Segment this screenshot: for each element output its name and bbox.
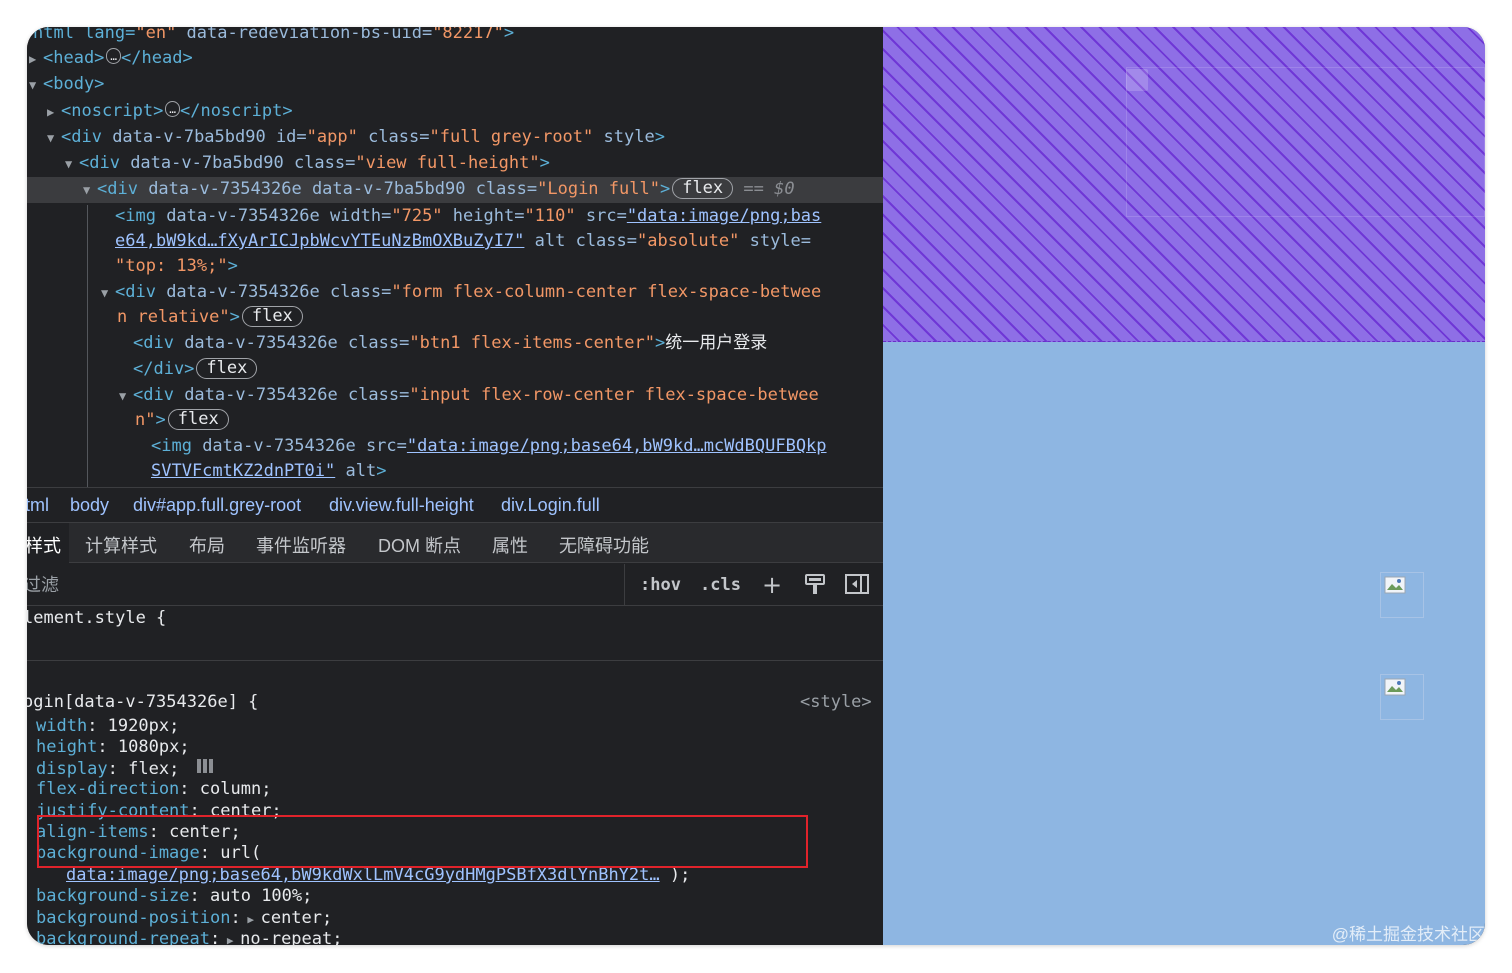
styles-toolbar: :hov .cls + [27,564,883,606]
collapse-triangle-icon[interactable]: ▼ [65,152,79,177]
page-preview: @稀土掘金技术社区 [883,27,1485,945]
hov-button[interactable]: :hov [640,572,681,598]
tree-node-img[interactable]: <img data-v-7354326e width="725" height=… [115,204,821,229]
broken-image-icon [1126,69,1148,91]
cls-button[interactable]: .cls [700,572,741,598]
watermark: @稀土掘金技术社区 [1331,925,1485,944]
breadcrumb-div-app[interactable]: div#app.full.grey-root [133,495,301,516]
rule-selector[interactable]: ogin[data-v-7354326e] { [27,692,258,713]
tree-guide-line [87,205,88,487]
rule-separator [27,660,883,661]
expand-triangle-icon[interactable]: ▶ [241,913,261,926]
tree-node-div-form[interactable]: ▼ <div data-v-7354326e class="form flex-c… [101,280,821,305]
selected-node-marker: == $0 [743,179,795,199]
breadcrumb-div-view[interactable]: div.view.full-height [329,495,474,516]
tree-node-div-app[interactable]: ▼ <div data-v-7ba5bd90 id="app" class="fu… [47,125,665,150]
tree-node-div-input[interactable]: ▼ <div data-v-7354326e class="input flex-… [119,383,819,408]
paint-brush-icon[interactable] [804,573,826,599]
breadcrumb: tml body div#app.full.grey-root div.view… [27,487,883,523]
tree-node-div-btn1[interactable]: <div data-v-7354326e class="btn1 flex-it… [133,331,767,356]
broken-image-icon [1384,678,1406,696]
tree-node-div-view[interactable]: ▼ <div data-v-7ba5bd90 class="view full-h… [65,151,550,176]
collapse-triangle-icon[interactable]: ▼ [29,73,43,98]
tree-node-noscript[interactable]: ▶ <noscript>… </noscript> [47,99,293,124]
tree-node-div-form-cont: n relative"> flex [117,305,303,330]
tree-node-img-input[interactable]: <img data-v-7354326e src="data:image/png… [151,434,827,459]
devtools-panel: html lang="en" data-redeviation-bs-uid="… [27,27,883,945]
flex-badge[interactable]: flex [241,305,303,327]
styles-tab-bar: 样式 计算样式 布局 事件监听器 DOM 断点 属性 无障碍功能 [27,523,883,563]
expand-triangle-icon[interactable]: ▶ [220,934,240,945]
tree-node-div-input-cont: n"> flex [135,408,229,433]
collapse-triangle-icon[interactable]: ▼ [47,126,61,151]
breadcrumb-html[interactable]: tml [27,495,49,516]
breadcrumb-body[interactable]: body [70,495,109,516]
breadcrumb-div-login[interactable]: div.Login.full [501,495,600,516]
css-prop-background-image-url[interactable]: data:image/png;base64,bW9kdWxlLmV4cG9ydH… [66,865,690,886]
css-prop-height[interactable]: height: 1080px; [36,737,190,758]
src-link[interactable]: "data:image/png;bas [627,206,821,226]
tab-styles[interactable]: 样式 [27,523,69,563]
tab-dom-breakpoints[interactable]: DOM 断点 [378,532,461,558]
tab-layout[interactable]: 布局 [189,532,225,558]
flex-badge[interactable]: flex [196,357,258,379]
tree-node-img-cont: e64,bW9kd…fXyArICJpbWcvYTEuNzBmOXBuZyI7"… [115,231,812,251]
element-style-selector[interactable]: lement.style { [27,608,166,629]
collapsed-content-icon[interactable]: … [106,48,122,64]
css-prop-flex-direction[interactable]: flex-direction: column; [36,779,271,800]
image-placeholder-outline [1126,67,1485,217]
collapse-triangle-icon[interactable]: ▼ [101,281,115,306]
broken-image-placeholder [1380,674,1424,720]
overlay-border [883,341,1485,342]
css-prop-display[interactable]: display: flex; [36,758,214,779]
src-link[interactable]: e64,bW9kd…fXyArICJpbWcvYTEuNzBmOXBuZyI7" [115,231,524,251]
flex-badge[interactable]: flex [167,408,229,430]
tab-properties[interactable]: 属性 [492,532,528,558]
toggle-sidebar-icon[interactable] [845,573,869,599]
expand-triangle-icon[interactable]: ▶ [47,100,61,125]
src-link[interactable]: SVTVFcmtKZ2dnPT0i" [151,461,335,481]
screenshot-frame: html lang="en" data-redeviation-bs-uid="… [27,27,1485,945]
broken-image-placeholder [1380,572,1424,618]
css-prop-width[interactable]: width: 1920px; [36,716,179,737]
css-prop-background-size[interactable]: background-size: auto 100%; [36,886,312,907]
css-prop-background-position[interactable]: background-position: ▶ center; [36,908,332,929]
collapsed-content-icon[interactable]: … [165,101,180,117]
broken-image-icon [1384,576,1406,594]
new-style-rule-button[interactable]: + [762,572,782,598]
expand-triangle-icon[interactable]: ▶ [29,47,43,72]
tree-node-div-login-selected[interactable]: ▼ <div data-v-7354326e data-v-7ba5bd90 cl… [83,177,795,202]
filter-box [27,564,625,606]
tree-node-div-btn1-close[interactable]: </div> flex [133,357,258,382]
tab-computed[interactable]: 计算样式 [85,532,157,558]
tab-accessibility[interactable]: 无障碍功能 [559,532,649,558]
rule-source-link[interactable]: <style> [800,692,872,713]
flexbox-editor-icon[interactable] [196,758,214,780]
styles-pane: lement.style { ogin[data-v-7354326e] { <… [27,606,883,945]
tab-event-listeners[interactable]: 事件监听器 [256,532,346,558]
filter-input[interactable] [27,573,603,597]
tree-node-body[interactable]: ▼ <body> [29,72,104,97]
elements-tree: html lang="en" data-redeviation-bs-uid="… [27,27,883,487]
tree-node-html[interactable]: html lang="en" data-redeviation-bs-uid="… [33,27,514,46]
highlight-annotation-box [37,815,808,868]
css-prop-background-repeat[interactable]: background-repeat: ▶ no-repeat; [36,929,342,945]
collapse-triangle-icon[interactable]: ▼ [83,178,97,203]
collapse-triangle-icon[interactable]: ▼ [119,384,133,409]
src-link[interactable]: "data:image/png;base64,bW9kd…mcWdBQUFBQk… [407,436,827,456]
flex-badge[interactable]: flex [672,177,734,199]
tree-node-img-cont2: "top: 13%;"> [115,256,238,276]
tree-node-img-input-cont: SVTVFcmtKZ2dnPT0i" alt> [151,461,387,481]
data-url-link[interactable]: data:image/png;base64,bW9kdWxlLmV4cG9ydH… [66,865,660,885]
tree-node-head[interactable]: ▶ <head>… </head> [29,46,193,71]
